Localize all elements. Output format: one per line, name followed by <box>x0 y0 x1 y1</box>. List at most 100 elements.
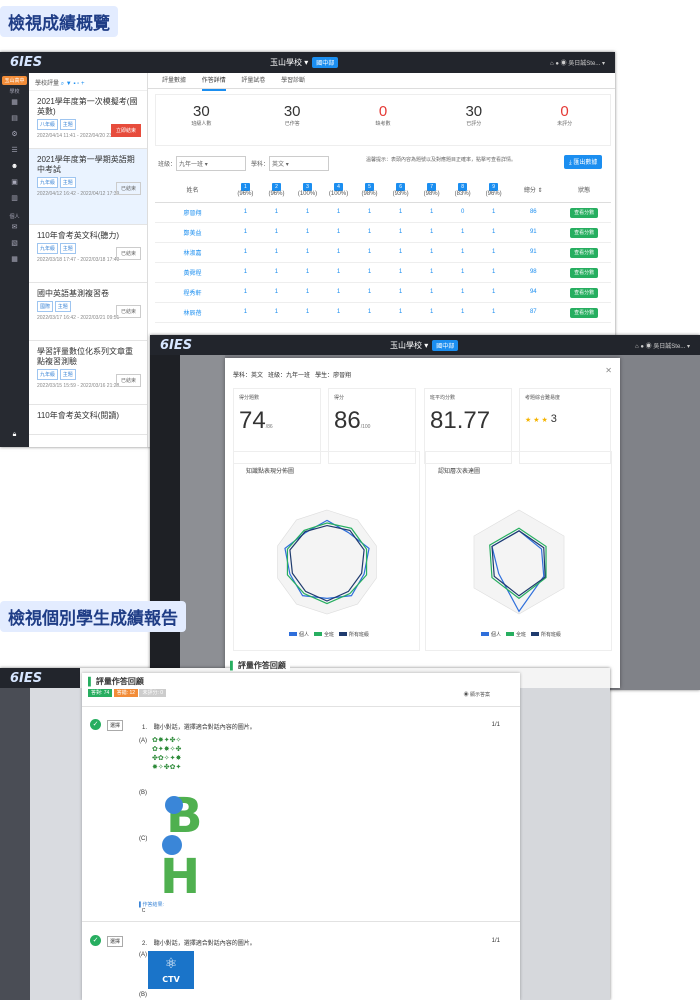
question-header-6[interactable]: 6 (93%) <box>385 178 417 203</box>
app-logo[interactable]: 6IES <box>160 338 192 353</box>
icon-sidebar: 玉山高中 學校 ▦ ▤ ⚙ ☰ ☻ ▣ ▥ 個人 ✉ ▧ ▦ 🔒︎ <box>0 73 29 447</box>
svg-text:H: H <box>160 849 200 895</box>
view-score-button[interactable]: 查看分數 <box>570 247 599 258</box>
student-name[interactable]: 林淑嘉 <box>155 242 230 263</box>
class-select[interactable]: 九年一班 ▾ <box>176 156 247 171</box>
question-score: 1 <box>478 302 510 323</box>
question-header-5[interactable]: 5 (98%) <box>354 178 386 203</box>
subject-select[interactable]: 英文 ▾ <box>269 156 330 171</box>
view-score-button[interactable]: 查看分數 <box>570 287 599 298</box>
view-score-cell: 查看分數 <box>557 222 611 243</box>
question-header-1[interactable]: 1 (96%) <box>229 178 261 203</box>
delete-icon[interactable]: ▪ <box>73 81 75 87</box>
chat-icon[interactable]: ✉ <box>0 220 29 236</box>
list-item[interactable]: 國中英語基測複習卷 國際 主題 已結束 2022/03/17 16:42 - 2… <box>29 283 147 341</box>
student-name[interactable]: 廖晉翔 <box>155 202 230 223</box>
question-score: 1 <box>385 242 417 263</box>
export-button[interactable]: ⤓ 匯出數據 <box>564 155 603 169</box>
grid-icon[interactable]: ▦ <box>0 252 29 268</box>
total-score: 86 <box>509 202 558 223</box>
question-score: 1 <box>354 202 386 223</box>
list-item[interactable]: 2021學年度第一次模擬考(國英數) 八年級 主題 立即結束 2022/04/1… <box>29 91 147 149</box>
student-name[interactable]: 程秀軒 <box>155 282 230 303</box>
option-b[interactable]: (B) <box>139 992 147 998</box>
view-score-button[interactable]: 查看分數 <box>570 227 599 238</box>
add-icon[interactable]: + <box>81 81 85 87</box>
student-name[interactable]: 黃舜程 <box>155 262 230 283</box>
question-header-3[interactable]: 3 (100%) <box>291 178 324 203</box>
school-selector[interactable]: 玉山學校 ▾ 國中部 <box>390 340 459 351</box>
chart-icon[interactable]: ▧ <box>0 236 29 252</box>
search-icon[interactable]: ⌕ <box>61 81 64 87</box>
tab-diagnosis[interactable]: 學習診斷 <box>281 73 305 89</box>
question-header-8[interactable]: 8 (83%) <box>447 178 479 203</box>
status-badge[interactable]: 立即結束 <box>110 124 141 137</box>
assessment-list: 學校評量 ⌕ ▼ ▪ ▫ + 2021學年度第一次模擬考(國英數) 八年級 主題… <box>29 73 148 447</box>
view-score-button[interactable]: 查看分數 <box>570 307 599 318</box>
tab-data[interactable]: 評量數據 <box>162 73 186 89</box>
review-stats: 答對: 74 答錯: 12 未評分: 0 <box>88 689 167 697</box>
option-a[interactable]: (A) <box>139 952 147 958</box>
app-logo[interactable]: 6IES <box>10 55 42 70</box>
view-score-button[interactable]: 查看分數 <box>570 267 599 278</box>
close-icon[interactable]: ✕ <box>605 366 612 375</box>
list-item[interactable]: 學習評量數位化系列文章重點複習測驗 九年級 主題 已結束 2022/03/15 … <box>29 341 147 405</box>
question-score: 1 <box>260 302 292 323</box>
list-item[interactable]: 110年會考英文科(聽力) 九年級 主題 已結束 2022/03/18 17:4… <box>29 225 147 283</box>
score-header[interactable]: 總分 ⇕ <box>509 178 558 203</box>
option-a[interactable]: (A) <box>139 738 147 744</box>
people-icon[interactable]: ☻ <box>0 159 29 175</box>
tab-paper[interactable]: 評量試卷 <box>241 73 265 89</box>
view-score-button[interactable]: 查看分數 <box>570 207 599 218</box>
question-score: 1 <box>447 282 479 303</box>
app-logo[interactable]: 6IES <box>10 671 42 686</box>
status-badge: 已結束 <box>115 305 141 318</box>
item-tag: 八年級 <box>37 119 59 130</box>
plan-icon[interactable]: ▤ <box>0 111 29 127</box>
correct-check-icon: ✓ <box>90 935 101 946</box>
folder-icon[interactable]: ▥ <box>0 191 29 207</box>
report-icon[interactable]: ▣ <box>0 175 29 191</box>
question-score: 1 <box>478 202 510 223</box>
question-header-4[interactable]: 4 (100%) <box>323 178 355 203</box>
filter-icon[interactable]: ▼ <box>66 81 72 87</box>
show-answer-toggle[interactable]: ◉ 顯示答案 <box>464 691 490 698</box>
student-name[interactable]: 林辰蓓 <box>155 302 230 323</box>
overview-heading: 檢視成績概覽 <box>0 6 118 37</box>
lock-icon[interactable]: 🔒︎ <box>0 427 29 443</box>
list-item[interactable]: 110年會考英文科(閱讀) <box>29 405 147 435</box>
question-score: 1 <box>354 262 386 283</box>
student-name[interactable]: 鄭美益 <box>155 222 230 243</box>
option-b[interactable]: (B) <box>139 790 147 796</box>
question-score: 1 <box>385 222 417 243</box>
stat-answered: 30 已作答 <box>283 103 301 127</box>
radar-legend: 個人 全班 所有班級 <box>234 631 419 638</box>
answer-result: ▌作答結果: C <box>139 902 164 914</box>
user-menu[interactable]: ⌂ ● ◉ 吳日誠Ste... ▾ <box>635 341 690 350</box>
school-badge: 玉山高中 <box>2 76 27 85</box>
question-header-7[interactable]: 7 (98%) <box>416 178 448 203</box>
tab-details[interactable]: 作答詳情 <box>201 73 226 91</box>
option-c[interactable]: (C) <box>139 836 147 842</box>
total-score: 98 <box>509 262 558 283</box>
grades-table: 姓名 1 (96%) 2 (96%) 3 (100%) 4 (100%) 5 (98%) 6 (93%… <box>155 178 611 323</box>
school-selector[interactable]: 玉山學校 ▾ 國中部 <box>270 57 339 68</box>
question-score: 1 <box>354 282 386 303</box>
settings-icon[interactable]: ⚙ <box>0 127 29 143</box>
item-tag: 主題 <box>59 177 76 188</box>
doc-icon[interactable]: ▫ <box>77 81 79 87</box>
top-bar: 6IES <box>0 668 80 688</box>
question-score: 1 <box>416 202 448 223</box>
view-score-cell: 查看分數 <box>557 262 611 283</box>
home-icon[interactable]: ▦ <box>0 95 29 111</box>
question-score: 1 <box>291 202 324 223</box>
list-icon[interactable]: ☰ <box>0 143 29 159</box>
status-header: 狀態 <box>557 178 611 203</box>
user-menu[interactable]: ⌂ ● ◉ 吳日誠Ste... ▾ <box>550 58 605 67</box>
question-score: 1 <box>291 262 324 283</box>
question-score: 1 <box>478 242 510 263</box>
question-header-2[interactable]: 2 (96%) <box>260 178 292 203</box>
list-item[interactable]: 2021學年度第一學期英語期中考試 九年級 主題 已結束 2022/04/12 … <box>29 149 147 225</box>
item-tag: 主題 <box>54 301 71 312</box>
question-header-9[interactable]: 9 (96%) <box>478 178 510 203</box>
